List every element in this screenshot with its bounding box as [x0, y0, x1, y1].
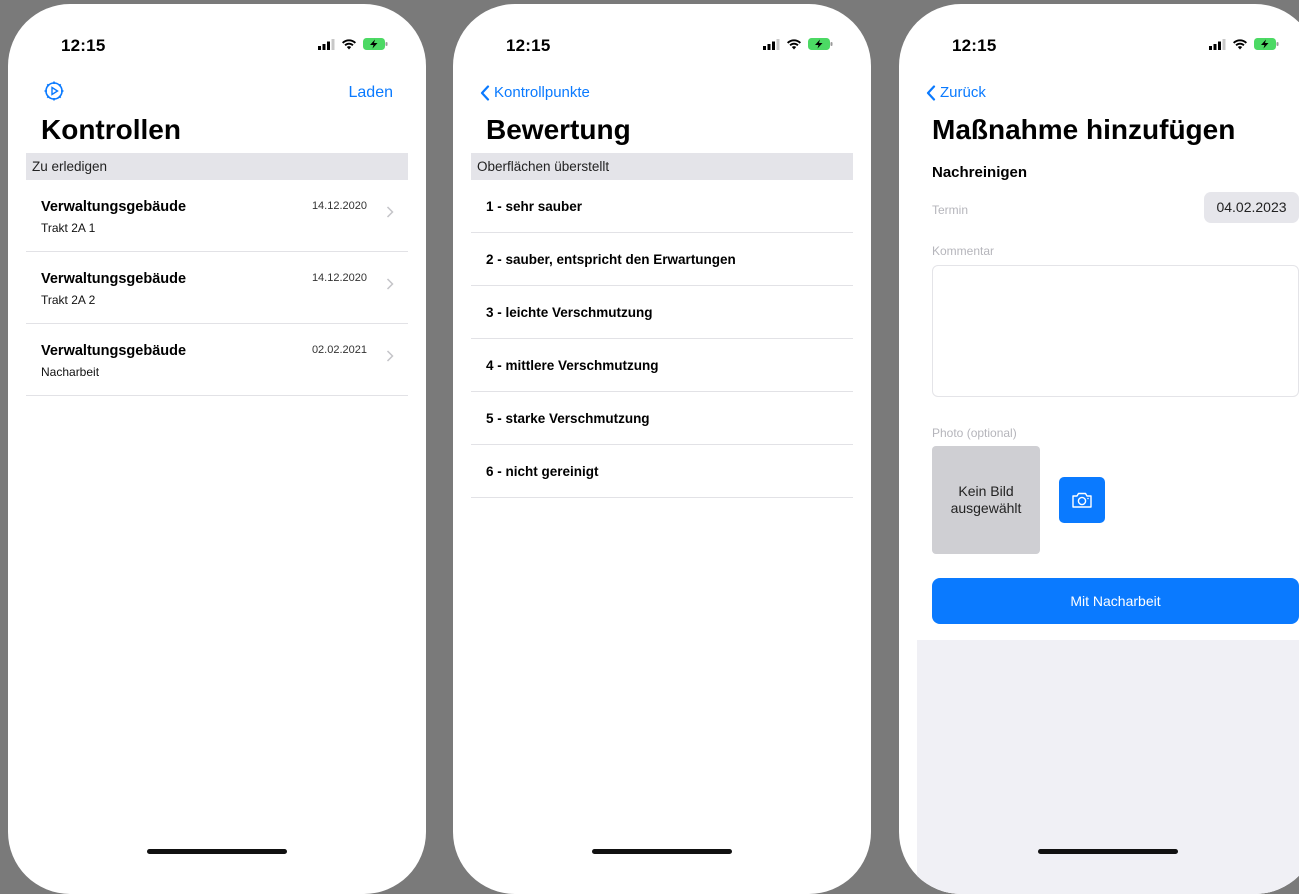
back-label: Kontrollpunkte — [494, 84, 590, 101]
status-icons — [1209, 38, 1279, 50]
battery-charging-icon — [1254, 38, 1279, 50]
item-title: Verwaltungsgebäude — [41, 199, 187, 215]
chevron-right-icon — [386, 350, 394, 362]
photo-placeholder: Kein Bild ausgewählt — [932, 446, 1040, 554]
rating-option[interactable]: 6 - nicht gereinigt — [471, 445, 853, 498]
kommentar-label: Kommentar — [932, 244, 995, 258]
item-subtitle: Nacharbeit — [41, 365, 100, 379]
item-title: Verwaltungsgebäude — [41, 343, 187, 359]
photo-placeholder-line1: Kein Bild — [958, 483, 1014, 499]
wifi-icon — [787, 39, 801, 50]
status-bar: 12:15 — [26, 36, 408, 66]
section-header: Zu erledigen — [26, 153, 408, 180]
screen-content: 12:15 Laden Kontrollen Zu erledigen Verw… — [26, 4, 408, 894]
back-button[interactable]: Kontrollpunkte — [480, 84, 590, 101]
termin-label: Termin — [932, 203, 969, 217]
item-subtitle: Trakt 2A 1 — [41, 221, 96, 235]
page-title: Kontrollen — [41, 114, 181, 145]
background-area — [917, 640, 1299, 894]
status-icons — [318, 38, 388, 50]
laden-button[interactable]: Laden — [349, 84, 394, 102]
navigation-bar: Kontrollpunkte — [471, 76, 853, 112]
rating-option[interactable]: 3 - leichte Verschmutzung — [471, 286, 853, 339]
page-title: Bewertung — [486, 114, 631, 145]
navigation-bar: Laden — [26, 76, 408, 112]
mit-nacharbeit-button[interactable]: Mit Nacharbeit — [932, 578, 1299, 624]
screen-content: 12:15 Kontrollpunkte Bewertung Oberfläch… — [471, 4, 853, 894]
navigation-bar: Zurück — [917, 76, 1299, 112]
phone-screen-bewertung: 12:15 Kontrollpunkte Bewertung Oberfläch… — [453, 4, 871, 894]
section-header: Oberflächen überstellt — [471, 153, 853, 180]
battery-charging-icon — [808, 38, 833, 50]
signal-icon — [318, 38, 335, 50]
list-item[interactable]: Verwaltungsgebäude Nacharbeit 02.02.2021 — [26, 324, 408, 396]
rating-option-label: 2 - sauber, entspricht den Erwartungen — [486, 252, 736, 267]
signal-icon — [763, 38, 780, 50]
rating-option-label: 5 - starke Verschmutzung — [486, 411, 650, 426]
page-title: Maßnahme hinzufügen — [932, 114, 1236, 145]
battery-charging-icon — [363, 38, 388, 50]
chevron-right-icon — [386, 278, 394, 290]
photo-label: Photo (optional) — [932, 426, 1017, 440]
back-label: Zurück — [940, 84, 986, 101]
gear-icon[interactable] — [43, 80, 65, 107]
camera-icon — [1072, 492, 1092, 508]
status-icons — [763, 38, 833, 50]
phone-screen-massnahme: 12:15 Zurück Maßnahme hinzufügen Nachrei… — [899, 4, 1299, 894]
screen-content: 12:15 Zurück Maßnahme hinzufügen Nachrei… — [917, 4, 1299, 894]
chevron-left-icon — [926, 84, 936, 101]
item-date: 14.12.2020 — [311, 200, 367, 212]
item-subtitle: Trakt 2A 2 — [41, 293, 96, 307]
kommentar-input[interactable] — [932, 265, 1299, 397]
rating-option-label: 6 - nicht gereinigt — [486, 464, 599, 479]
list-item[interactable]: Verwaltungsgebäude Trakt 2A 1 14.12.2020 — [26, 180, 408, 252]
home-indicator[interactable] — [1038, 849, 1178, 854]
rating-option[interactable]: 4 - mittlere Verschmutzung — [471, 339, 853, 392]
rating-option-label: 4 - mittlere Verschmutzung — [486, 358, 659, 373]
item-date: 02.02.2021 — [311, 344, 367, 356]
status-time: 12:15 — [61, 36, 106, 55]
rating-option[interactable]: 1 - sehr sauber — [471, 180, 853, 233]
item-date: 14.12.2020 — [311, 272, 367, 284]
rating-option-label: 1 - sehr sauber — [486, 199, 583, 214]
wifi-icon — [342, 39, 356, 50]
home-indicator[interactable] — [592, 849, 732, 854]
rating-option[interactable]: 2 - sauber, entspricht den Erwartungen — [471, 233, 853, 286]
kontrollen-list: Verwaltungsgebäude Trakt 2A 1 14.12.2020… — [26, 180, 408, 396]
camera-button[interactable] — [1059, 477, 1105, 523]
status-time: 12:15 — [952, 36, 997, 55]
list-item[interactable]: Verwaltungsgebäude Trakt 2A 2 14.12.2020 — [26, 252, 408, 324]
rating-option[interactable]: 5 - starke Verschmutzung — [471, 392, 853, 445]
measure-name: Nachreinigen — [932, 164, 1028, 181]
rating-option-label: 3 - leichte Verschmutzung — [486, 305, 653, 320]
home-indicator[interactable] — [147, 849, 287, 854]
status-bar: 12:15 — [917, 36, 1299, 66]
back-button[interactable]: Zurück — [926, 84, 986, 101]
photo-placeholder-line2: ausgewählt — [950, 500, 1022, 516]
termin-date-picker[interactable]: 04.02.2023 — [1204, 192, 1299, 223]
signal-icon — [1209, 38, 1226, 50]
wifi-icon — [1233, 39, 1247, 50]
bewertung-options-list: 1 - sehr sauber 2 - sauber, entspricht d… — [471, 180, 853, 498]
chevron-left-icon — [480, 84, 490, 101]
item-title: Verwaltungsgebäude — [41, 271, 187, 287]
chevron-right-icon — [386, 206, 394, 218]
phone-screen-kontrollen: 12:15 Laden Kontrollen Zu erledigen Verw… — [8, 4, 426, 894]
status-time: 12:15 — [506, 36, 551, 55]
status-bar: 12:15 — [471, 36, 853, 66]
